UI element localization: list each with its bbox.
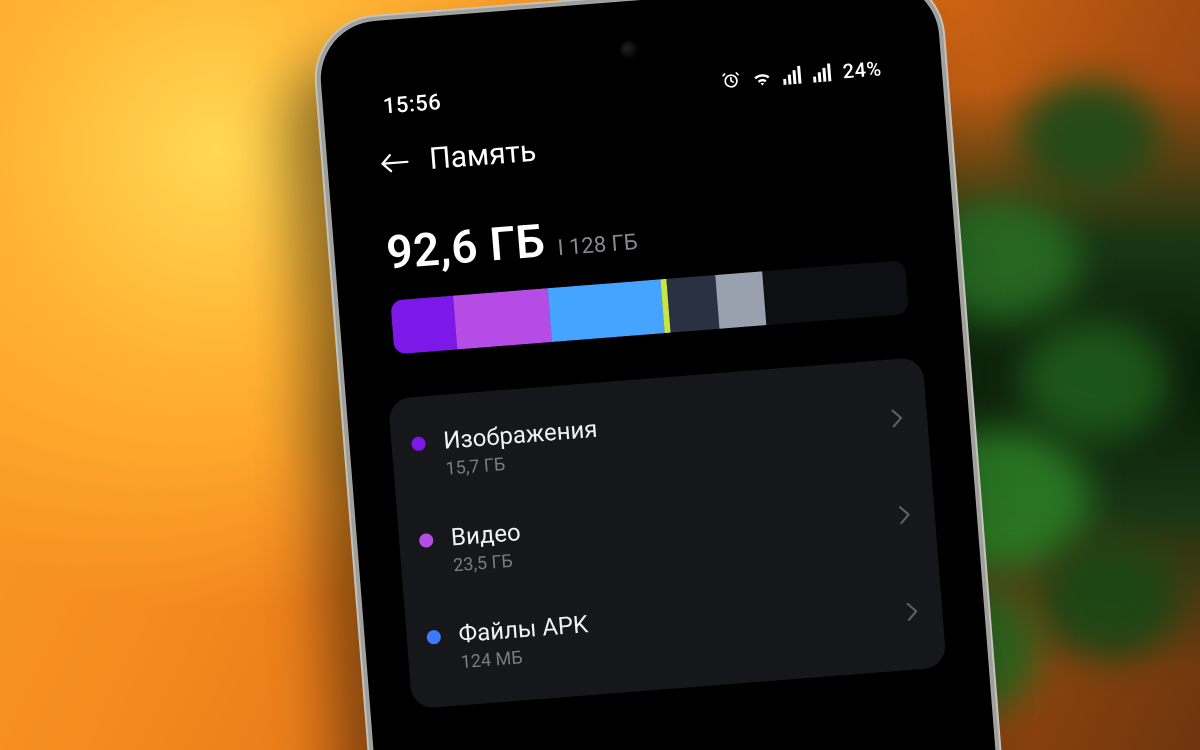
storage-bar-segment	[667, 275, 719, 333]
bg-leaf	[1020, 320, 1170, 440]
storage-used: 92,6 ГБ	[384, 214, 547, 280]
category-dot-icon	[426, 630, 441, 645]
clock: 15:56	[382, 90, 442, 119]
page-title: Память	[428, 134, 538, 177]
chevron-right-icon	[905, 601, 919, 622]
category-dot-icon	[411, 436, 426, 451]
bg-leaf	[1020, 80, 1160, 190]
phone-bezel: 15:56	[316, 0, 1020, 750]
back-button[interactable]	[379, 149, 411, 175]
chevron-right-icon	[890, 407, 904, 428]
phone-body: 15:56	[310, 0, 1027, 750]
wifi-icon	[750, 66, 774, 88]
category-text: Файлы APK124 МБ	[458, 587, 891, 674]
photo-background: 15:56	[0, 0, 1200, 750]
storage-total: І 128 ГБ	[557, 230, 639, 261]
phone-screen: 15:56	[332, 0, 1006, 750]
bg-leaf	[1040, 540, 1180, 660]
storage-bar-segment	[453, 288, 552, 349]
battery-percent: 24%	[842, 56, 883, 83]
category-text: Видео23,5 ГБ	[450, 490, 883, 577]
storage-bar-segment	[715, 271, 767, 329]
category-card: Изображения15,7 ГБ Видео23,5 ГБ Файлы APK1…	[388, 357, 947, 709]
category-dot-icon	[419, 533, 434, 548]
chevron-right-icon	[898, 504, 912, 525]
storage-bar-segment	[548, 279, 665, 342]
alarm-icon	[720, 69, 742, 91]
signal-icon-2	[812, 63, 833, 83]
storage-bar-segment	[390, 296, 457, 355]
category-text: Изображения15,7 ГБ	[442, 393, 875, 480]
front-camera	[620, 40, 639, 59]
signal-icon	[782, 65, 803, 85]
